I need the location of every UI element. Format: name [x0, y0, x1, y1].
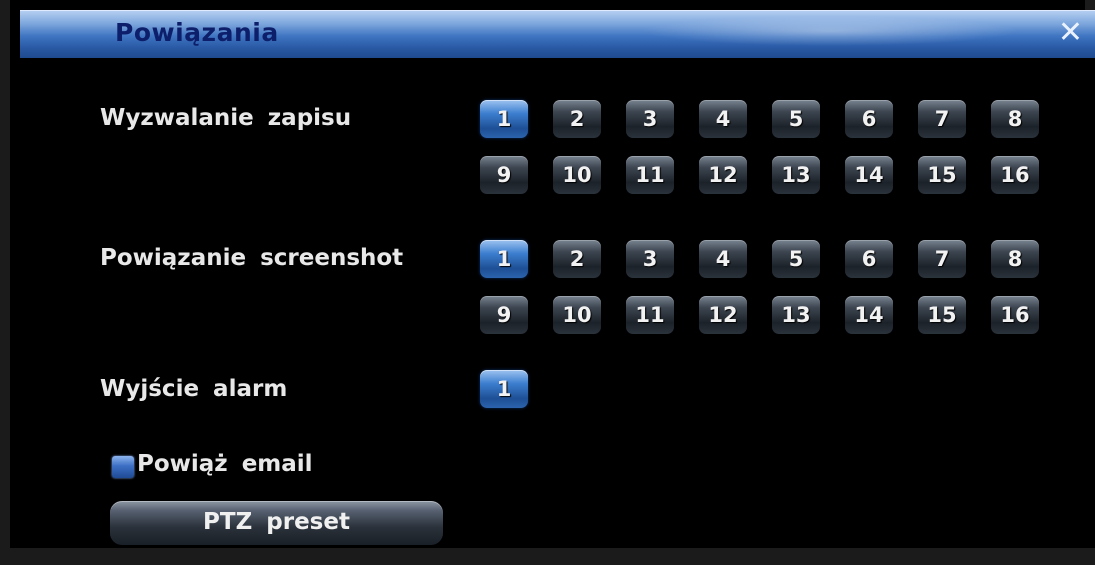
ptz-preset-button[interactable]: PTZ preset	[110, 501, 443, 545]
screenshot-link-channel-button-10[interactable]: 10	[553, 296, 601, 334]
record-trigger-channel-button-5[interactable]: 5	[772, 100, 820, 138]
record-trigger-channel-button-9[interactable]: 9	[480, 156, 528, 194]
record-trigger-label: Wyzwalanie zapisu	[100, 105, 352, 131]
screenshot-link-channel-button-11[interactable]: 11	[626, 296, 674, 334]
screenshot-link-channel-button-12[interactable]: 12	[699, 296, 747, 334]
close-icon[interactable]: ✕	[1058, 18, 1083, 48]
record-trigger-channel-button-15[interactable]: 15	[918, 156, 966, 194]
alarm-output-channel-button-1[interactable]: 1	[480, 370, 528, 408]
record-trigger-channel-grid: 1 2 3 4 5 6 7 8 9 10 11 12 13 14 15 16	[480, 100, 1050, 194]
screenshot-link-channel-button-15[interactable]: 15	[918, 296, 966, 334]
screenshot-link-channel-button-6[interactable]: 6	[845, 240, 893, 278]
record-trigger-channel-button-10[interactable]: 10	[553, 156, 601, 194]
screenshot-link-channel-button-16[interactable]: 16	[991, 296, 1039, 334]
record-trigger-channel-button-12[interactable]: 12	[699, 156, 747, 194]
record-trigger-channel-button-3[interactable]: 3	[626, 100, 674, 138]
screenshot-link-channel-button-7[interactable]: 7	[918, 240, 966, 278]
screenshot-link-channel-button-1[interactable]: 1	[480, 240, 528, 278]
email-link-label[interactable]: Powiąż email	[137, 451, 313, 477]
record-trigger-channel-button-1[interactable]: 1	[480, 100, 528, 138]
title-bar-sheen	[640, 16, 1020, 46]
dialog-frame: Powiązania ✕ Wyzwalanie zapisu 123456789…	[0, 0, 1095, 565]
record-trigger-channel-button-8[interactable]: 8	[991, 100, 1039, 138]
screenshot-link-channel-button-2[interactable]: 2	[553, 240, 601, 278]
screenshot-link-channel-button-3[interactable]: 3	[626, 240, 674, 278]
dialog-content: Wyzwalanie zapisu 1 2 3 4 5 6 7 8 9 10 11 12 13 14 15 1…	[20, 58, 1095, 548]
screenshot-link-channel-button-9[interactable]: 9	[480, 296, 528, 334]
title-bar: Powiązania ✕	[20, 10, 1095, 58]
screenshot-link-channel-button-4[interactable]: 4	[699, 240, 747, 278]
dialog-title: Powiązania	[115, 18, 279, 47]
record-trigger-channel-button-2[interactable]: 2	[553, 100, 601, 138]
record-trigger-channel-button-4[interactable]: 4	[699, 100, 747, 138]
email-link-checkbox[interactable]	[112, 456, 134, 478]
record-trigger-channel-button-14[interactable]: 14	[845, 156, 893, 194]
alarm-output-channel-grid: 1	[480, 370, 1050, 408]
screenshot-link-channel-button-8[interactable]: 8	[991, 240, 1039, 278]
record-trigger-channel-button-7[interactable]: 7	[918, 100, 966, 138]
screenshot-link-label: Powiązanie screenshot	[100, 245, 404, 271]
screenshot-link-channel-button-13[interactable]: 13	[772, 296, 820, 334]
bottom-border	[10, 548, 1095, 565]
screenshot-link-channel-button-14[interactable]: 14	[845, 296, 893, 334]
record-trigger-channel-button-16[interactable]: 16	[991, 156, 1039, 194]
screenshot-link-channel-grid: 1 2 3 4 5 6 7 8 9 10 11 12 13 14 15 16	[480, 240, 1050, 334]
screenshot-link-channel-button-5[interactable]: 5	[772, 240, 820, 278]
alarm-output-label: Wyjście alarm	[100, 376, 288, 402]
record-trigger-channel-button-13[interactable]: 13	[772, 156, 820, 194]
record-trigger-channel-button-6[interactable]: 6	[845, 100, 893, 138]
record-trigger-channel-button-11[interactable]: 11	[626, 156, 674, 194]
